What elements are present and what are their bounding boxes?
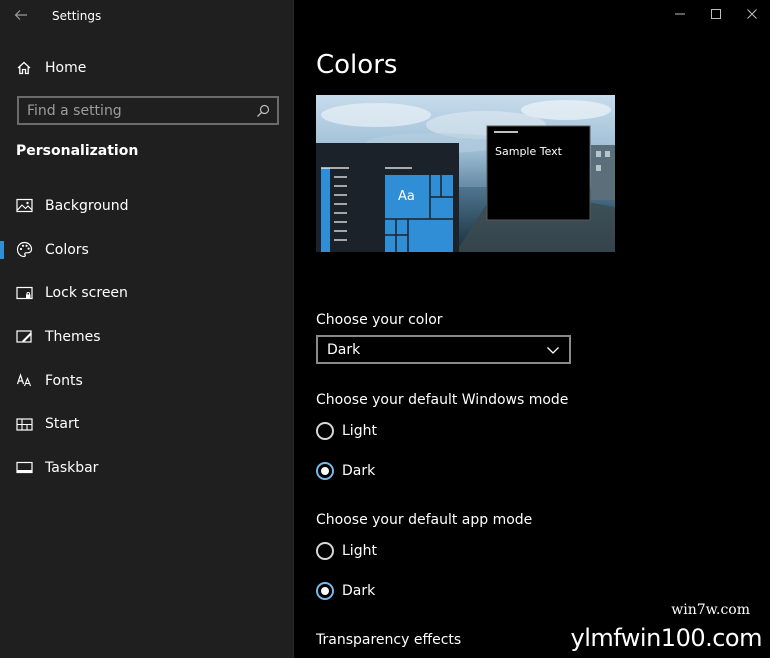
- sidebar-item-label: Start: [45, 416, 80, 433]
- title-bar: Settings: [0, 0, 294, 34]
- chevron-down-icon: [546, 343, 560, 357]
- app-mode-label: Choose your default app mode: [316, 512, 533, 528]
- sidebar-item-lock-screen[interactable]: Lock screen: [0, 271, 294, 315]
- selection-indicator: [0, 328, 4, 346]
- radio-label: Light: [342, 543, 377, 559]
- sidebar-item-label: Taskbar: [45, 459, 99, 476]
- windows-mode-light-radio[interactable]: Light: [316, 420, 377, 442]
- fonts-icon: [16, 372, 33, 389]
- palette-icon: [16, 241, 33, 258]
- sidebar-item-background[interactable]: Background: [0, 184, 294, 228]
- search-box[interactable]: [17, 96, 279, 125]
- image-icon: [16, 197, 33, 214]
- radio-circle[interactable]: [316, 422, 334, 440]
- selection-indicator: [0, 459, 4, 477]
- windows-mode-label: Choose your default Windows mode: [316, 392, 569, 408]
- color-select[interactable]: Dark: [316, 335, 571, 364]
- choose-color-label: Choose your color: [316, 312, 443, 328]
- sidebar-item-label: Fonts: [45, 372, 83, 389]
- theme-preview: Aa Sample Text: [316, 95, 615, 252]
- taskbar-icon: [16, 459, 33, 476]
- radio-label: Dark: [342, 583, 376, 599]
- sidebar-item-label: Themes: [45, 328, 101, 345]
- transparency-label: Transparency effects: [316, 632, 462, 648]
- radio-circle[interactable]: [316, 462, 334, 480]
- color-select-value: Dark: [327, 341, 361, 358]
- sidebar-item-label: Lock screen: [45, 285, 128, 302]
- sidebar: Settings Home Personalization Background…: [0, 0, 294, 658]
- sidebar-item-colors[interactable]: Colors: [0, 228, 294, 272]
- start-icon: [16, 416, 33, 433]
- section-title: Personalization: [16, 143, 139, 159]
- minimize-icon[interactable]: [662, 0, 698, 28]
- home-icon: [16, 60, 32, 76]
- sidebar-item-themes[interactable]: Themes: [0, 315, 294, 359]
- page-title: Colors: [316, 50, 398, 80]
- sidebar-item-label: Colors: [45, 241, 89, 258]
- app-mode-light-radio[interactable]: Light: [316, 540, 377, 562]
- home-label: Home: [45, 60, 87, 76]
- sidebar-item-fonts[interactable]: Fonts: [0, 359, 294, 403]
- back-arrow-icon[interactable]: [12, 6, 30, 24]
- selection-indicator: [0, 415, 4, 433]
- windows-mode-dark-radio[interactable]: Dark: [316, 460, 375, 482]
- sidebar-item-taskbar[interactable]: Taskbar: [0, 446, 294, 490]
- selection-indicator: [0, 284, 4, 302]
- home-link[interactable]: Home: [16, 56, 278, 80]
- window-controls: [662, 0, 770, 30]
- radio-label: Dark: [342, 463, 376, 479]
- watermark-small-text: win7w.com: [671, 602, 750, 618]
- selection-indicator: [0, 240, 4, 259]
- close-icon[interactable]: [734, 0, 770, 28]
- preview-sample-text: Sample Text: [495, 145, 562, 158]
- watermark-big-text: ylmfwin100.com: [570, 624, 763, 652]
- selection-indicator: [0, 372, 4, 390]
- radio-label: Light: [342, 423, 377, 439]
- maximize-icon[interactable]: [698, 0, 734, 28]
- app-mode-dark-radio[interactable]: Dark: [316, 580, 375, 602]
- search-icon[interactable]: [255, 103, 271, 119]
- lock-screen-icon: [16, 285, 33, 302]
- watermark: win7w.com ylmfwin100.com: [562, 602, 763, 652]
- selection-indicator: [0, 197, 4, 215]
- search-input[interactable]: [19, 98, 255, 123]
- app-title: Settings: [52, 9, 102, 23]
- radio-circle[interactable]: [316, 582, 334, 600]
- theme-preview-image: [316, 95, 615, 252]
- themes-icon: [16, 328, 33, 345]
- preview-tile-text: Aa: [398, 189, 415, 204]
- sidebar-nav: Background Colors Lock screen Themes Fon…: [0, 184, 294, 490]
- sidebar-item-start[interactable]: Start: [0, 402, 294, 446]
- radio-circle[interactable]: [316, 542, 334, 560]
- sidebar-item-label: Background: [45, 197, 129, 214]
